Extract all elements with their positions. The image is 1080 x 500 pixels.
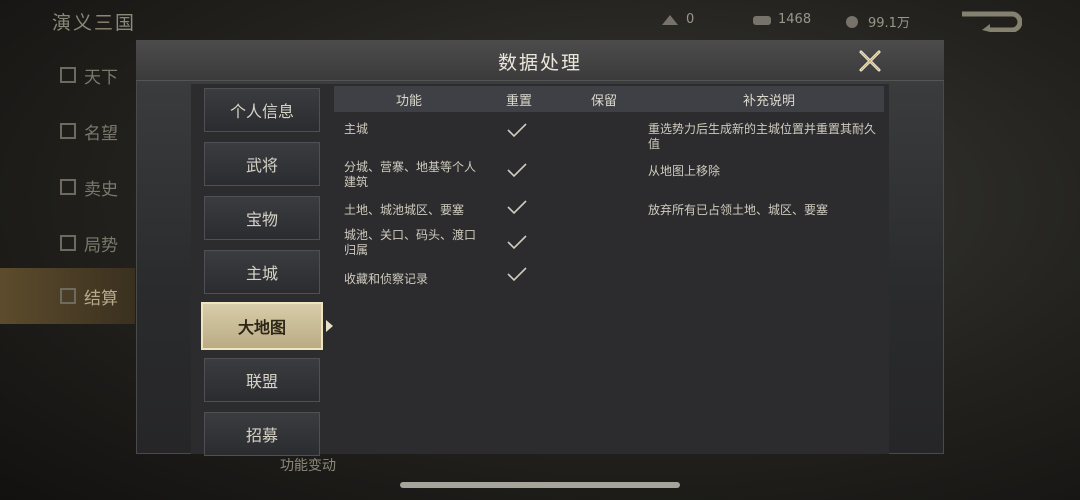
- grid-icon: [60, 288, 76, 304]
- reset-cell: [506, 266, 530, 282]
- tab-main-city[interactable]: 主城: [204, 250, 320, 294]
- tab-generals[interactable]: 武将: [204, 142, 320, 186]
- table-header: 功能 重置 保留 补充说明: [334, 86, 884, 112]
- dialog-body: 个人信息 武将 宝物 主城 大地图 联盟 招募 功能 重置 保留 补充说明 主城…: [191, 84, 889, 456]
- active-tab-arrow-icon: [326, 320, 333, 332]
- note-cell: 放弃所有已占领土地、城区、要塞: [648, 203, 829, 217]
- function-cell: 土地、城池城区、要塞: [344, 203, 465, 217]
- tab-alliance[interactable]: 联盟: [204, 358, 320, 402]
- checkmark-icon: [507, 123, 527, 138]
- checkmark-icon: [507, 267, 527, 282]
- close-icon: [859, 50, 881, 72]
- resource-gold: 0: [660, 12, 694, 27]
- resource-jade-value: 1468: [778, 12, 812, 27]
- resource-copper: 99.1万: [842, 12, 910, 31]
- game-title: 演义三国: [52, 12, 137, 34]
- function-cell: 收藏和侦察记录: [344, 272, 429, 286]
- note-cell: 从地图上移除: [648, 164, 721, 178]
- note-cell: 重选势力后生成新的主城位置并重置其耐久值: [648, 122, 877, 151]
- reset-cell: [506, 162, 530, 178]
- sidebar-item-tianxia[interactable]: 天下: [0, 50, 135, 100]
- home-indicator[interactable]: [400, 482, 680, 488]
- sidebar-item-jushi[interactable]: 局势: [0, 218, 135, 268]
- data-table: 功能 重置 保留 补充说明 主城 重选势力后生成新的主城位置并重置其耐久值 分城…: [334, 86, 884, 286]
- jade-icon: [753, 15, 771, 25]
- tower-icon: [60, 123, 76, 139]
- tab-treasures[interactable]: 宝物: [204, 196, 320, 240]
- resource-copper-value: 99.1万: [868, 16, 910, 31]
- data-processing-dialog: 数据处理 个人信息 武将 宝物 主城 大地图 联盟 招募 功能 重置 保留 补充…: [136, 40, 944, 456]
- column-header-keep: 保留: [590, 93, 617, 109]
- column-header-note: 补充说明: [742, 93, 795, 109]
- resource-gold-value: 0: [686, 12, 695, 27]
- back-button[interactable]: [960, 10, 1022, 32]
- column-header-function: 功能: [395, 93, 422, 109]
- scroll-icon: [60, 179, 76, 195]
- reset-cell: [506, 234, 530, 250]
- copper-icon: [846, 15, 858, 28]
- category-tabs: 个人信息 武将 宝物 主城 大地图 联盟 招募: [201, 84, 333, 456]
- tab-recruit[interactable]: 招募: [204, 412, 320, 456]
- gold-icon: [662, 14, 678, 25]
- checkmark-icon: [507, 163, 527, 178]
- function-cell: 分城、营寨、地基等个人建筑: [344, 160, 477, 189]
- dialog-title: 数据处理: [497, 52, 582, 74]
- tab-personal-info[interactable]: 个人信息: [204, 88, 320, 132]
- function-cell: 城池、关口、码头、渡口归属: [344, 228, 477, 257]
- sidebar-item-jiesuan[interactable]: 结算: [0, 268, 135, 324]
- checkmark-icon: [507, 235, 527, 250]
- chess-icon: [60, 235, 76, 251]
- book-icon: [60, 67, 76, 83]
- background-sidebar: 天下 名望 卖史 局势 结算: [0, 50, 135, 500]
- column-header-reset: 重置: [505, 93, 532, 109]
- checkmark-icon: [507, 200, 527, 215]
- sidebar-item-mingwang[interactable]: 名望: [0, 106, 135, 156]
- reset-cell: [506, 199, 530, 215]
- resource-jade: 1468: [752, 12, 811, 27]
- tab-world-map[interactable]: 大地图: [201, 302, 323, 350]
- close-button[interactable]: [858, 49, 882, 73]
- bottom-label: 功能变动: [280, 458, 336, 474]
- reset-cell: [506, 122, 530, 138]
- sidebar-item-maishi[interactable]: 卖史: [0, 162, 135, 212]
- function-cell: 主城: [344, 122, 369, 136]
